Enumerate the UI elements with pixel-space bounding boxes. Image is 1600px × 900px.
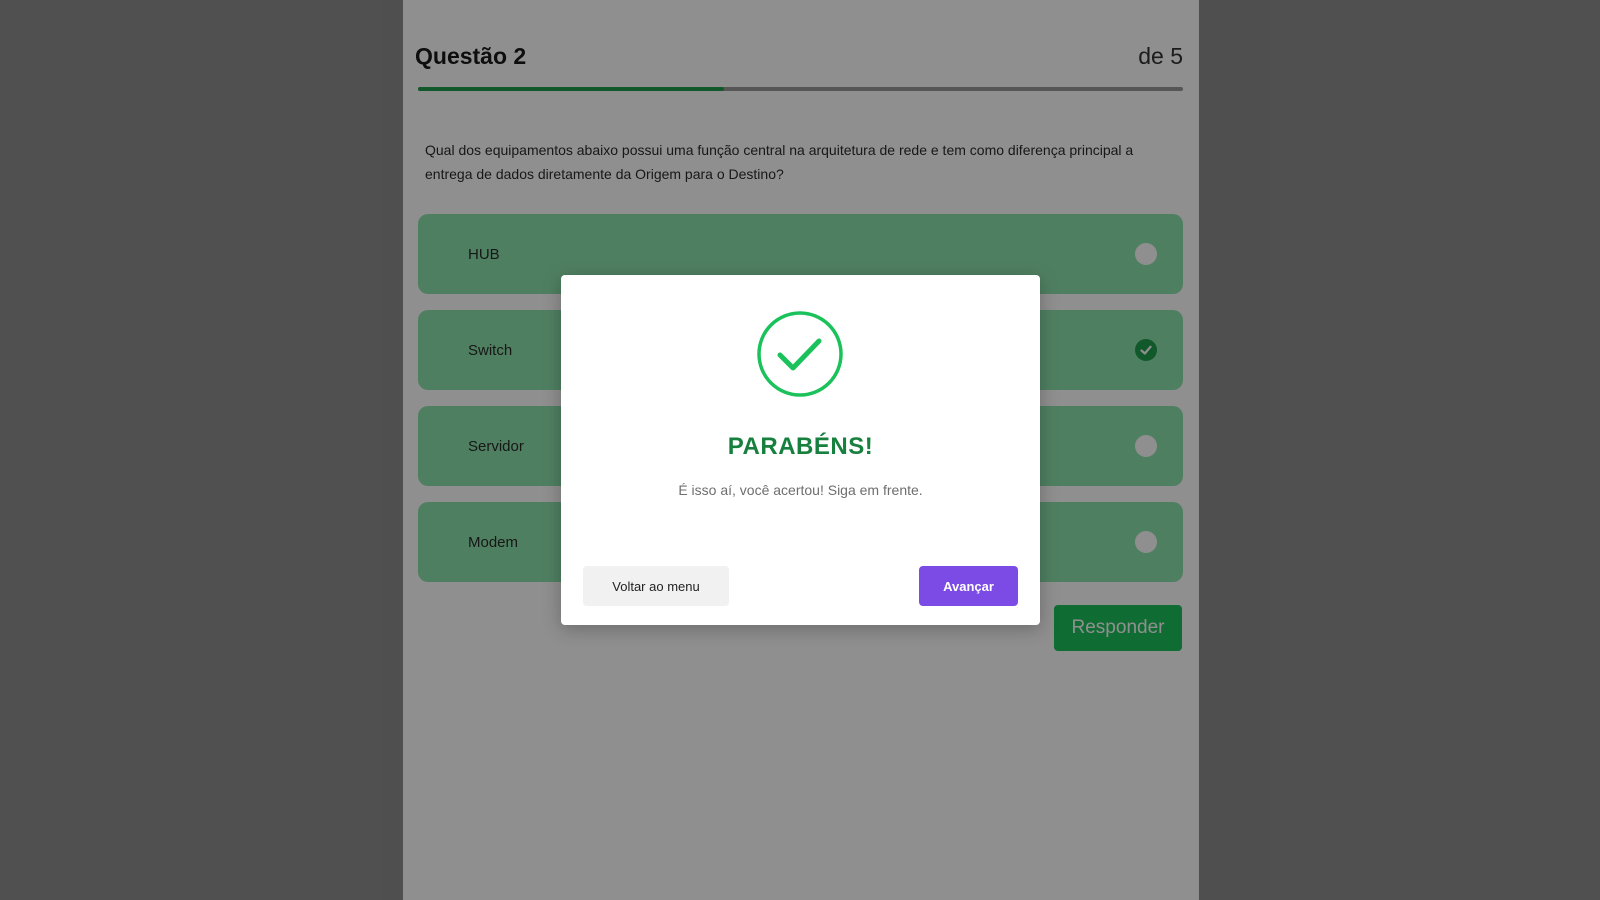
back-to-menu-button[interactable]: Voltar ao menu [583,566,729,606]
success-dialog: PARABÉNS! É isso aí, você acertou! Siga … [561,275,1040,625]
check-circle-icon [757,311,843,397]
dialog-message: É isso aí, você acertou! Siga em frente. [678,482,923,498]
dialog-title: PARABÉNS! [727,433,874,460]
app-screen: Questão 2 de 5 Qual dos equipamentos aba… [0,0,1600,900]
next-question-button[interactable]: Avançar [919,566,1018,606]
